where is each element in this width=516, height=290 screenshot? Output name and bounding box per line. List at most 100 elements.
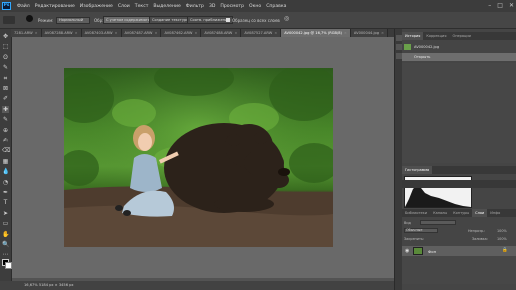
document-tab-label: AV087488.ARW: [204, 31, 233, 35]
document-tab[interactable]: AV000042.jpg @ 16,7% (RGB/8) ×: [281, 29, 351, 37]
pen-icon[interactable]: ✒: [2, 189, 9, 196]
close-tab-icon[interactable]: ×: [344, 31, 347, 35]
close-tab-icon[interactable]: ×: [194, 31, 197, 35]
zoom-icon[interactable]: 🔍: [2, 241, 9, 248]
document-tab[interactable]: 7281.ARW ×: [11, 29, 42, 37]
document-tabs: 7281.ARW × AV087288.ARW × AV087403.ARW × AV087…: [11, 29, 394, 37]
document-tab-label: 7281.ARW: [14, 31, 33, 35]
close-tab-icon[interactable]: ×: [115, 31, 118, 35]
all-layers-label: Образец со всех слоев: [232, 18, 280, 23]
menu-layers[interactable]: Слои: [118, 4, 130, 9]
lasso-icon[interactable]: ʘ: [2, 54, 9, 61]
fill-value[interactable]: 100%: [497, 237, 507, 241]
history-brush-icon[interactable]: ✍: [2, 137, 9, 144]
document-tab-label: AV000044.jpg: [353, 31, 380, 35]
hand-icon[interactable]: ✋: [2, 231, 9, 238]
document-tab-label: AV087288.ARW: [44, 31, 73, 35]
spot-heal-icon[interactable]: ✚: [2, 105, 9, 113]
opacity-value[interactable]: 100%: [497, 229, 507, 233]
tab-paths[interactable]: Контуры: [450, 209, 472, 217]
menu-window[interactable]: Окно: [249, 4, 261, 9]
menu-select[interactable]: Выделение: [153, 4, 180, 9]
all-layers-checkbox[interactable]: [226, 18, 230, 22]
more-icon[interactable]: ⋯: [2, 251, 9, 258]
close-tab-icon[interactable]: ×: [274, 31, 277, 35]
menu-file[interactable]: Файл: [17, 4, 30, 9]
tab-adjustments[interactable]: Коррекция: [423, 32, 449, 40]
menu-image[interactable]: Изображение: [80, 4, 113, 9]
frame-icon[interactable]: ⊠: [2, 85, 9, 92]
tab-libraries[interactable]: Библиотеки: [402, 209, 430, 217]
move-icon[interactable]: ✥: [2, 33, 9, 40]
create-texture-button[interactable]: Создание текстуры: [149, 16, 193, 24]
blend-mode-select[interactable]: Обычные: [404, 228, 438, 233]
document-tab[interactable]: AV087288.ARW ×: [41, 29, 82, 37]
mode-select[interactable]: Нормальный: [56, 16, 90, 24]
layer-kind-label: Вид: [404, 221, 411, 225]
document-tab[interactable]: AV000044.jpg ×: [350, 29, 389, 37]
menu-help[interactable]: Справка: [266, 4, 286, 9]
document-image[interactable]: [64, 68, 333, 247]
history-list-area: [402, 63, 516, 163]
type-icon[interactable]: T: [2, 199, 9, 206]
quick-select-icon[interactable]: ✎: [2, 64, 9, 71]
document-tab[interactable]: AV087488.ARW ×: [201, 29, 242, 37]
gradient-icon[interactable]: ▦: [2, 158, 9, 165]
pressure-icon[interactable]: ◎: [284, 15, 289, 22]
document-tab[interactable]: AV087487.ARW ×: [121, 29, 162, 37]
dodge-icon[interactable]: ◔: [2, 179, 9, 186]
layers-panel-tabs: Библиотеки Каналы Контуры Слои Инфо: [402, 209, 516, 217]
document-tab[interactable]: AV087403.ARW ×: [81, 29, 122, 37]
layers-list-area: [402, 256, 516, 284]
close-tab-icon[interactable]: ×: [154, 31, 157, 35]
tools-panel: ✥ ⬚ ʘ ✎ ⌗ ⊠ ✐ ✚ ✎ ⊕ ✍ ⌫ ▦ 💧 ◔ ✒ T ➤ ▭ ✋ 🔍 ⋯: [0, 29, 12, 281]
minimize-icon[interactable]: –: [488, 2, 491, 9]
history-snapshot[interactable]: AV000042.jpg: [404, 43, 512, 51]
menu-3d[interactable]: 3D: [209, 4, 215, 9]
close-tab-icon[interactable]: ×: [75, 31, 78, 35]
close-tab-icon[interactable]: ×: [381, 31, 384, 35]
blur-icon[interactable]: 💧: [2, 168, 9, 175]
menu-type[interactable]: Текст: [135, 4, 149, 9]
document-tab[interactable]: AV087527.ARW ×: [241, 29, 282, 37]
tab-info[interactable]: Инфо: [487, 209, 503, 217]
brush-preview-icon[interactable]: [26, 15, 33, 22]
layers-panel-tabs-spacer: [402, 180, 516, 188]
crop-icon[interactable]: ⌗: [2, 75, 9, 82]
brush-icon[interactable]: ✎: [2, 116, 9, 123]
shape-icon[interactable]: ▭: [2, 220, 9, 227]
content-aware-button[interactable]: С учетом содержимого: [103, 16, 153, 24]
eraser-icon[interactable]: ⌫: [2, 147, 10, 154]
tab-layers[interactable]: Слои: [472, 209, 488, 217]
tab-history[interactable]: История: [402, 32, 424, 40]
status-text: 16,67% 5184 px × 3456 px: [24, 283, 74, 287]
tab-actions[interactable]: Операции: [449, 32, 474, 40]
maximize-icon[interactable]: □: [497, 2, 503, 9]
background-color-swatch[interactable]: [5, 262, 12, 269]
tab-channels[interactable]: Каналы: [430, 209, 450, 217]
tab-histogram[interactable]: Гистограмма: [402, 166, 433, 174]
eyedropper-icon[interactable]: ✐: [2, 95, 9, 102]
marquee-icon[interactable]: ⬚: [2, 43, 9, 50]
fill-label: Заливка:: [472, 237, 488, 241]
stamp-icon[interactable]: ⊕: [2, 127, 9, 134]
lock-label: Закрепить:: [404, 237, 425, 241]
tool-preset-picker[interactable]: [3, 16, 15, 24]
layer-row-background[interactable]: ◉ Фон 🔒: [402, 246, 516, 256]
document-tab[interactable]: AV087462.ARW ×: [161, 29, 202, 37]
menu-view[interactable]: Просмотр: [220, 4, 244, 9]
menu-filter[interactable]: Фильтр: [186, 4, 204, 9]
layer-filter-select[interactable]: [420, 220, 456, 225]
lock-icon: 🔒: [502, 248, 508, 253]
opacity-label: Непрозр.:: [468, 229, 486, 233]
close-icon[interactable]: ✕: [509, 2, 514, 9]
layer-thumbnail: [413, 247, 423, 255]
document-tab-label: AV087527.ARW: [244, 31, 273, 35]
close-tab-icon[interactable]: ×: [234, 31, 237, 35]
visibility-eye-icon[interactable]: ◉: [405, 248, 409, 254]
path-select-icon[interactable]: ➤: [2, 210, 9, 217]
menu-edit[interactable]: Редактирование: [35, 4, 75, 9]
close-tab-icon[interactable]: ×: [35, 31, 38, 35]
history-step[interactable]: Открыть: [402, 53, 516, 61]
photo-girl-with-bear: [64, 68, 333, 247]
